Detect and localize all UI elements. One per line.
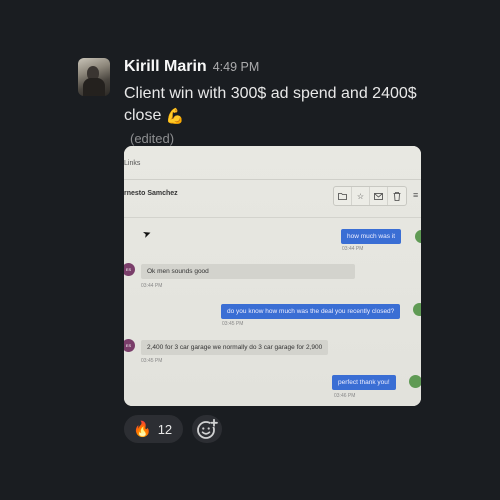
links-label: Links [124,160,141,167]
message-text: Client win with 300$ ad spend and 2400$ … [124,83,424,150]
contact-avatar [409,375,421,388]
reaction-count: 12 [157,421,173,437]
links-bar: Links [124,146,421,180]
chat-timestamp: 03:44 PM [342,246,364,252]
image-attachment[interactable]: Links rnesto Samchez ☆ ≡ ➤ how much was … [124,146,421,406]
chat-bubble-text: Ok men sounds good [147,268,209,275]
flexed-biceps-emoji: 💪 [165,108,185,125]
mouse-cursor-icon: ➤ [141,227,154,242]
star-icon: ☆ [352,187,370,205]
avatar[interactable] [78,58,110,96]
chat-bubble-outgoing: how much was it [341,229,402,244]
chat-timestamp: 03:44 PM [141,283,163,289]
contact-avatar: ES [124,339,135,352]
mail-icon [370,187,388,205]
fire-icon: 🔥 [133,420,152,438]
chat-timestamp: 03:45 PM [222,321,244,327]
author-name[interactable]: Kirill Marin [124,58,207,76]
contact-avatar [413,303,421,316]
screenshot-toolbar: ☆ [333,186,407,206]
trash-icon [388,187,406,205]
edited-label: (edited) [130,131,175,146]
chat-timestamp: 03:46 PM [334,393,356,399]
contact-avatar: ES [124,263,135,276]
message-body: Kirill Marin 4:49 PM Client win with 300… [124,58,484,443]
chat-bubble-incoming: Ok men sounds good [141,264,355,279]
chat-bubble-outgoing: perfect thank you! [332,375,396,390]
message-header: Kirill Marin 4:49 PM [124,58,484,80]
chat-timestamp: 03:45 PM [141,358,163,364]
screenshot-content: Links rnesto Samchez ☆ ≡ ➤ how much was … [124,146,421,406]
add-reaction-button[interactable] [192,415,223,443]
chat-bubble-outgoing: do you know how much was the deal you re… [221,304,401,319]
reaction-fire[interactable]: 🔥 12 [124,415,184,443]
screenshot-chat-header: rnesto Samchez ☆ ≡ [124,180,421,218]
contact-name: rnesto Samchez [124,190,178,197]
menu-icon: ≡ [413,190,419,200]
add-emoji-icon [197,418,219,439]
chat-bubble-incoming: 2,400 for 3 car garage we normally do 3 … [141,340,329,355]
message-timestamp[interactable]: 4:49 PM [213,60,260,74]
folder-icon [334,187,352,205]
reactions-bar: 🔥 12 [124,415,223,443]
contact-avatar [415,230,421,243]
